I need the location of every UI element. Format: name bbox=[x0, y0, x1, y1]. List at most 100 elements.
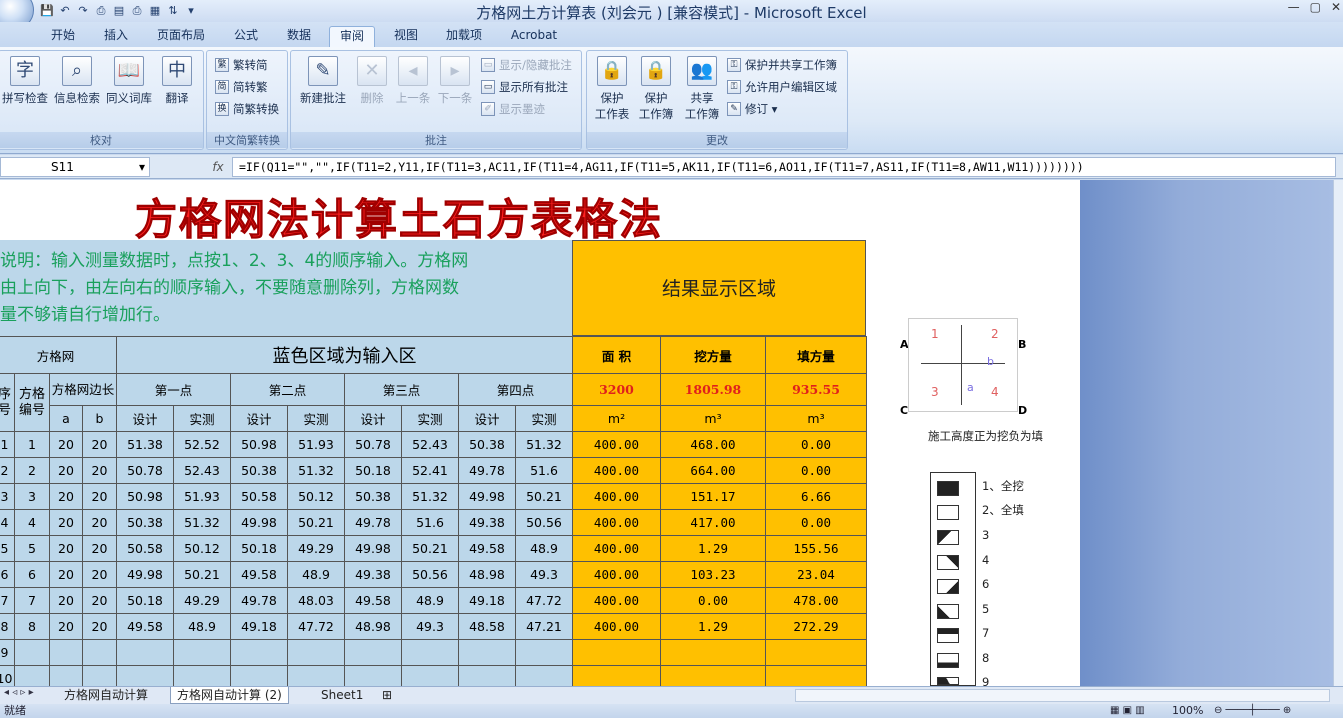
table-cell[interactable]: 49.18 bbox=[230, 613, 288, 640]
table-cell[interactable] bbox=[82, 639, 117, 666]
table-cell[interactable]: 4 bbox=[14, 509, 50, 536]
table-cell[interactable]: 8 bbox=[14, 613, 50, 640]
table-cell[interactable]: 49.98 bbox=[458, 483, 516, 510]
table-cell[interactable]: 51.32 bbox=[401, 483, 459, 510]
table-cell[interactable]: 52.41 bbox=[401, 457, 459, 484]
table-cell[interactable]: 664.00 bbox=[660, 457, 766, 484]
table-cell[interactable]: 49.3 bbox=[515, 561, 573, 588]
table-cell[interactable]: 47.21 bbox=[515, 613, 573, 640]
table-cell[interactable] bbox=[49, 639, 83, 666]
protect-workbook-button[interactable]: 🔒 保护 工作簿 bbox=[633, 53, 679, 122]
table-cell[interactable]: 49.29 bbox=[173, 587, 231, 614]
table-cell[interactable]: 4 bbox=[0, 509, 15, 536]
simp-to-trad-button[interactable]: 简简转繁 bbox=[215, 77, 268, 97]
table-cell[interactable]: 103.23 bbox=[660, 561, 766, 588]
table-cell[interactable]: 49.98 bbox=[230, 509, 288, 536]
header-design[interactable]: 设计 bbox=[344, 405, 402, 432]
table-cell[interactable] bbox=[458, 639, 516, 666]
header-actual[interactable]: 实测 bbox=[173, 405, 231, 432]
table-cell[interactable] bbox=[14, 665, 50, 686]
table-cell[interactable]: 50.38 bbox=[458, 431, 516, 458]
table-cell[interactable]: 0.00 bbox=[765, 431, 867, 458]
table-cell[interactable]: 20 bbox=[82, 457, 117, 484]
table-cell[interactable]: 50.78 bbox=[344, 431, 402, 458]
protect-sheet-button[interactable]: 🔒 保护 工作表 bbox=[589, 53, 635, 122]
zoom-slider[interactable]: ⊖ ────┼──── ⊕ bbox=[1214, 704, 1291, 718]
table-cell[interactable]: 20 bbox=[82, 509, 117, 536]
table-cell[interactable] bbox=[173, 665, 231, 686]
table-cell[interactable]: 49.58 bbox=[230, 561, 288, 588]
header-grid[interactable]: 方格网 bbox=[0, 336, 117, 374]
tab-insert[interactable]: 插入 bbox=[95, 26, 137, 47]
name-box[interactable]: S11 ▾ bbox=[0, 157, 150, 177]
header-cut[interactable]: 挖方量 bbox=[660, 336, 766, 374]
table-cell[interactable] bbox=[344, 665, 402, 686]
table-cell[interactable]: 50.21 bbox=[287, 509, 345, 536]
table-cell[interactable]: 50.12 bbox=[173, 535, 231, 562]
table-cell[interactable]: 400.00 bbox=[572, 483, 661, 510]
table-cell[interactable]: 20 bbox=[49, 431, 83, 458]
header-area[interactable]: 面 积 bbox=[572, 336, 661, 374]
table-cell[interactable] bbox=[572, 665, 661, 686]
table-cell[interactable]: 48.9 bbox=[401, 587, 459, 614]
horizontal-scrollbar[interactable] bbox=[795, 689, 1330, 702]
sheet-tab-3[interactable]: Sheet1 bbox=[315, 687, 369, 704]
table-cell[interactable]: 48.9 bbox=[287, 561, 345, 588]
header-point-3[interactable]: 第三点 bbox=[344, 373, 459, 406]
header-actual[interactable]: 实测 bbox=[401, 405, 459, 432]
table-cell[interactable]: 9 bbox=[0, 639, 15, 666]
table-cell[interactable] bbox=[116, 665, 174, 686]
table-cell[interactable]: 1.29 bbox=[660, 613, 766, 640]
spelling-button[interactable]: 字拼写检查 bbox=[0, 53, 51, 106]
protect-share-workbook-button[interactable]: ⚿ 保护并共享工作簿 bbox=[727, 55, 837, 75]
table-cell[interactable] bbox=[660, 665, 766, 686]
table-cell[interactable] bbox=[765, 665, 867, 686]
table-cell[interactable]: 7 bbox=[0, 587, 15, 614]
close-button[interactable]: ✕ bbox=[1331, 0, 1341, 14]
table-cell[interactable]: 400.00 bbox=[572, 457, 661, 484]
minimize-button[interactable]: — bbox=[1288, 0, 1300, 14]
table-cell[interactable]: 50.18 bbox=[230, 535, 288, 562]
table-cell[interactable]: 20 bbox=[82, 561, 117, 588]
table-cell[interactable]: 50.98 bbox=[116, 483, 174, 510]
table-cell[interactable]: 50.21 bbox=[173, 561, 231, 588]
table-cell[interactable]: 2 bbox=[14, 457, 50, 484]
table-cell[interactable]: 48.58 bbox=[458, 613, 516, 640]
show-hide-comment-button[interactable]: ▭ 显示/隐藏批注 bbox=[481, 55, 572, 75]
header-a[interactable]: a bbox=[49, 405, 83, 432]
table-cell[interactable] bbox=[287, 639, 345, 666]
table-cell[interactable]: 1.29 bbox=[660, 535, 766, 562]
tab-review[interactable]: 审阅 bbox=[329, 26, 375, 47]
table-cell[interactable]: 50.38 bbox=[116, 509, 174, 536]
table-cell[interactable]: 50.21 bbox=[401, 535, 459, 562]
sheet-tab-2[interactable]: 方格网自动计算 (2) bbox=[170, 687, 289, 704]
table-cell[interactable]: 8 bbox=[0, 613, 15, 640]
table-cell[interactable]: 400.00 bbox=[572, 509, 661, 536]
table-cell[interactable]: 1 bbox=[14, 431, 50, 458]
table-cell[interactable]: 400.00 bbox=[572, 587, 661, 614]
table-cell[interactable] bbox=[515, 665, 573, 686]
table-cell[interactable]: 5 bbox=[14, 535, 50, 562]
table-cell[interactable]: 20 bbox=[82, 587, 117, 614]
table-cell[interactable] bbox=[572, 639, 661, 666]
table-cell[interactable]: 50.21 bbox=[515, 483, 573, 510]
tab-formulas[interactable]: 公式 bbox=[225, 26, 267, 47]
table-cell[interactable]: 10 bbox=[0, 665, 15, 686]
table-cell[interactable]: 49.58 bbox=[116, 613, 174, 640]
table-cell[interactable]: 52.52 bbox=[173, 431, 231, 458]
table-cell[interactable]: 400.00 bbox=[572, 431, 661, 458]
share-workbook-button[interactable]: 👥 共享 工作簿 bbox=[679, 53, 725, 122]
header-point-1[interactable]: 第一点 bbox=[116, 373, 231, 406]
show-all-comments-button[interactable]: ▭ 显示所有批注 bbox=[481, 77, 568, 97]
table-cell[interactable]: 20 bbox=[82, 431, 117, 458]
zoom-level[interactable]: 100% bbox=[1172, 704, 1203, 718]
table-cell[interactable]: 2 bbox=[0, 457, 15, 484]
table-cell[interactable]: 50.38 bbox=[344, 483, 402, 510]
vertical-scrollbar[interactable] bbox=[1333, 180, 1343, 686]
table-cell[interactable]: 51.32 bbox=[287, 457, 345, 484]
table-cell[interactable]: 50.58 bbox=[230, 483, 288, 510]
table-cell[interactable]: 47.72 bbox=[287, 613, 345, 640]
table-cell[interactable]: 49.78 bbox=[230, 587, 288, 614]
table-cell[interactable]: 20 bbox=[49, 509, 83, 536]
tab-addins[interactable]: 加载项 bbox=[437, 26, 491, 47]
